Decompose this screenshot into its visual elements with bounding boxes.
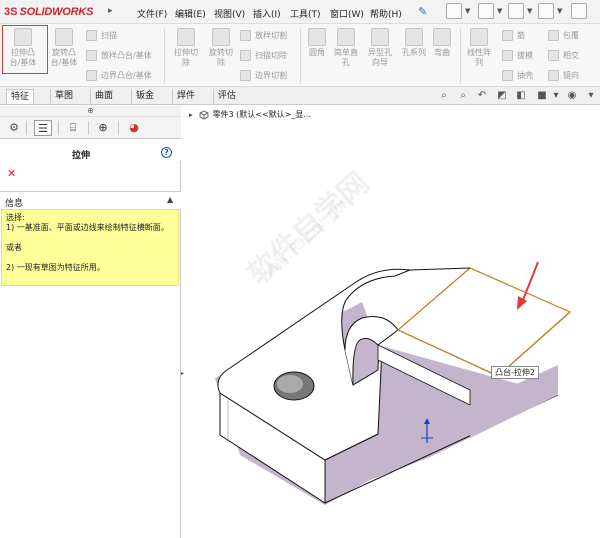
hole-inner: [277, 375, 303, 393]
feature-tooltip: 凸台-拉伸2: [491, 366, 539, 379]
model-view[interactable]: [0, 0, 600, 538]
edge-line: [409, 267, 471, 271]
